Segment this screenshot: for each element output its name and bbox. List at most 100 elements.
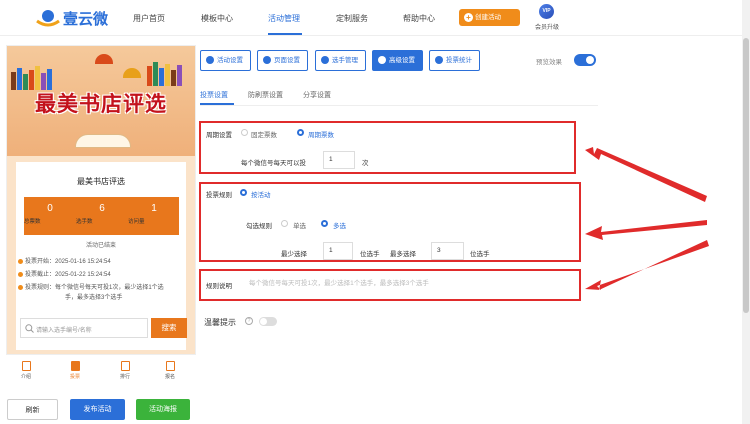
per-day-unit: 次 xyxy=(362,160,369,167)
max-select-unit: 位选手 xyxy=(470,251,490,258)
stat-contestants: 6 选手数 xyxy=(76,203,105,225)
vote-end-info: 投票截止：2025-01-22 15:24:54 xyxy=(18,270,111,280)
contestant-management-button[interactable]: 选手管理 xyxy=(315,50,366,71)
annotation-arrows xyxy=(585,147,709,290)
tab-intro[interactable]: 介绍 xyxy=(11,361,41,380)
max-select-input[interactable]: 3 xyxy=(431,242,464,260)
create-activity-button[interactable]: + 创建活动 xyxy=(459,9,520,26)
logo-icon xyxy=(36,10,60,27)
tip-toggle[interactable] xyxy=(259,317,277,326)
nav-home[interactable]: 用户首页 xyxy=(133,13,165,24)
min-select-unit: 位选手 xyxy=(360,251,380,258)
cycle-votes-label[interactable]: 周期票数 xyxy=(308,129,334,139)
activity-ended-text: 活动已结束 xyxy=(85,243,116,249)
vote-rule-info: 投票规则：每个微信号每天可投1次，最少选择1个选 xyxy=(18,283,164,293)
nav-help[interactable]: 帮助中心 xyxy=(403,13,435,24)
nav-custom-service[interactable]: 定制服务 xyxy=(336,13,368,24)
nav-active-indicator xyxy=(268,33,302,35)
stat-total-votes: 0 总票数 xyxy=(24,203,53,225)
help-icon[interactable]: ? xyxy=(245,317,253,325)
subtab-divider xyxy=(200,105,598,106)
rule-description-label: 规则说明 xyxy=(206,283,232,290)
check-rule-label: 勾选规则 xyxy=(246,223,272,230)
vote-start-info: 投票开始：2025-01-16 15:24:54 xyxy=(18,257,111,267)
rank-icon xyxy=(120,361,130,371)
gear-icon xyxy=(263,56,271,64)
vip-icon[interactable]: VIP xyxy=(539,4,554,19)
arrow-icon xyxy=(585,147,707,202)
lamp-icon xyxy=(123,68,141,78)
preview-toggle-label: 预览效果 xyxy=(536,59,562,66)
gear-icon xyxy=(206,56,214,64)
fixed-votes-radio[interactable] xyxy=(241,129,248,136)
lamp-icon xyxy=(95,54,113,64)
intro-icon xyxy=(21,361,31,371)
by-activity-label[interactable]: 按活动 xyxy=(251,189,271,199)
by-activity-radio[interactable] xyxy=(240,189,247,196)
refresh-button[interactable]: 刷新 xyxy=(7,399,58,420)
card-title: 最美书店评选 xyxy=(77,177,125,186)
tab-rank[interactable]: 排行 xyxy=(110,361,140,380)
top-nav: 壹云微 用户首页 模板中心 活动管理 定制服务 帮助中心 + 创建活动 VIP … xyxy=(0,0,750,36)
create-activity-label: 创建活动 xyxy=(475,14,501,21)
vote-icon xyxy=(70,361,80,371)
nav-activity-management[interactable]: 活动管理 xyxy=(268,13,300,24)
plus-icon: + xyxy=(464,13,473,22)
tab-share-settings[interactable]: 分享设置 xyxy=(303,90,331,100)
tab-vote[interactable]: 投票 xyxy=(60,361,90,380)
sliders-icon xyxy=(378,56,386,64)
preview-panel: 最美书店评选 最美书店评选 0 总票数 6 选手数 1 访问量 活动已结束 投票… xyxy=(6,45,196,355)
max-select-label: 最多选择 xyxy=(390,251,416,258)
page-settings-button[interactable]: 页面设置 xyxy=(257,50,308,71)
preview-card: 最美书店评选 0 总票数 6 选手数 1 访问量 活动已结束 投票开始：2025… xyxy=(16,162,187,350)
stats-bar: 0 总票数 6 选手数 1 访问量 xyxy=(24,197,179,235)
contestant-search-input[interactable]: 请输入选手编号/名称 xyxy=(20,318,148,338)
vote-statistics-button[interactable]: 投票统计 xyxy=(429,50,480,71)
dot-icon xyxy=(18,258,23,264)
per-day-label: 每个微信号每天可以投 xyxy=(241,160,306,167)
users-icon xyxy=(321,56,329,64)
single-choice-label[interactable]: 单选 xyxy=(293,220,306,230)
fixed-votes-label[interactable]: 固定票数 xyxy=(251,129,277,139)
search-button[interactable]: 搜索 xyxy=(151,318,187,338)
bookshelf-left xyxy=(11,64,61,90)
bar-chart-icon xyxy=(435,56,443,64)
tab-signup[interactable]: 报名 xyxy=(155,361,185,380)
activity-poster-button[interactable]: 活动海报 xyxy=(136,399,190,420)
per-day-votes-input[interactable]: 1 xyxy=(323,151,355,169)
tab-anti-fraud-settings[interactable]: 防刷票设置 xyxy=(248,90,283,100)
cycle-settings-label: 周期设置 xyxy=(206,132,232,139)
activity-settings-button[interactable]: 活动设置 xyxy=(200,50,251,71)
rule-description-textarea[interactable]: 每个微信号每天可投1次，最少选择1个选手，最多选择3个选手 xyxy=(239,273,580,299)
banner-title: 最美书店评选 xyxy=(35,92,167,116)
min-select-input[interactable]: 1 xyxy=(323,242,353,260)
nav-templates[interactable]: 模板中心 xyxy=(201,13,233,24)
min-select-label: 最少选择 xyxy=(281,251,307,258)
vip-upgrade-label[interactable]: 会员升级 xyxy=(535,22,559,31)
tab-vote-settings[interactable]: 投票设置 xyxy=(200,90,228,100)
advanced-settings-button[interactable]: 高级设置 xyxy=(372,50,423,71)
signup-icon xyxy=(165,361,175,371)
dot-icon xyxy=(18,284,23,290)
arrow-icon xyxy=(585,220,707,240)
stat-visits: 1 访问量 xyxy=(128,203,157,225)
search-placeholder: 请输入选手编号/名称 xyxy=(36,328,92,334)
search-icon xyxy=(25,324,34,333)
arrow-icon xyxy=(585,240,709,290)
vote-rule-label: 投票规则 xyxy=(206,192,232,199)
preview-bottom-tabs: 介绍 投票 排行 报名 xyxy=(6,357,196,385)
multi-choice-label[interactable]: 多选 xyxy=(333,220,346,230)
brand-name: 壹云微 xyxy=(63,11,109,28)
single-choice-radio[interactable] xyxy=(281,220,288,227)
preview-banner: 最美书店评选 xyxy=(7,46,195,156)
publish-activity-button[interactable]: 发布活动 xyxy=(70,399,125,420)
bookshelf-right xyxy=(147,60,193,86)
open-book-icon xyxy=(75,134,131,148)
vote-rule-info-cont: 手，最多选择3个选手 xyxy=(65,295,123,301)
dot-icon xyxy=(18,271,23,277)
preview-toggle[interactable] xyxy=(574,54,596,66)
scrollbar-thumb[interactable] xyxy=(743,38,749,313)
cycle-votes-radio[interactable] xyxy=(297,129,304,136)
multi-choice-radio[interactable] xyxy=(321,220,328,227)
tip-label: 温馨提示 xyxy=(204,318,236,327)
